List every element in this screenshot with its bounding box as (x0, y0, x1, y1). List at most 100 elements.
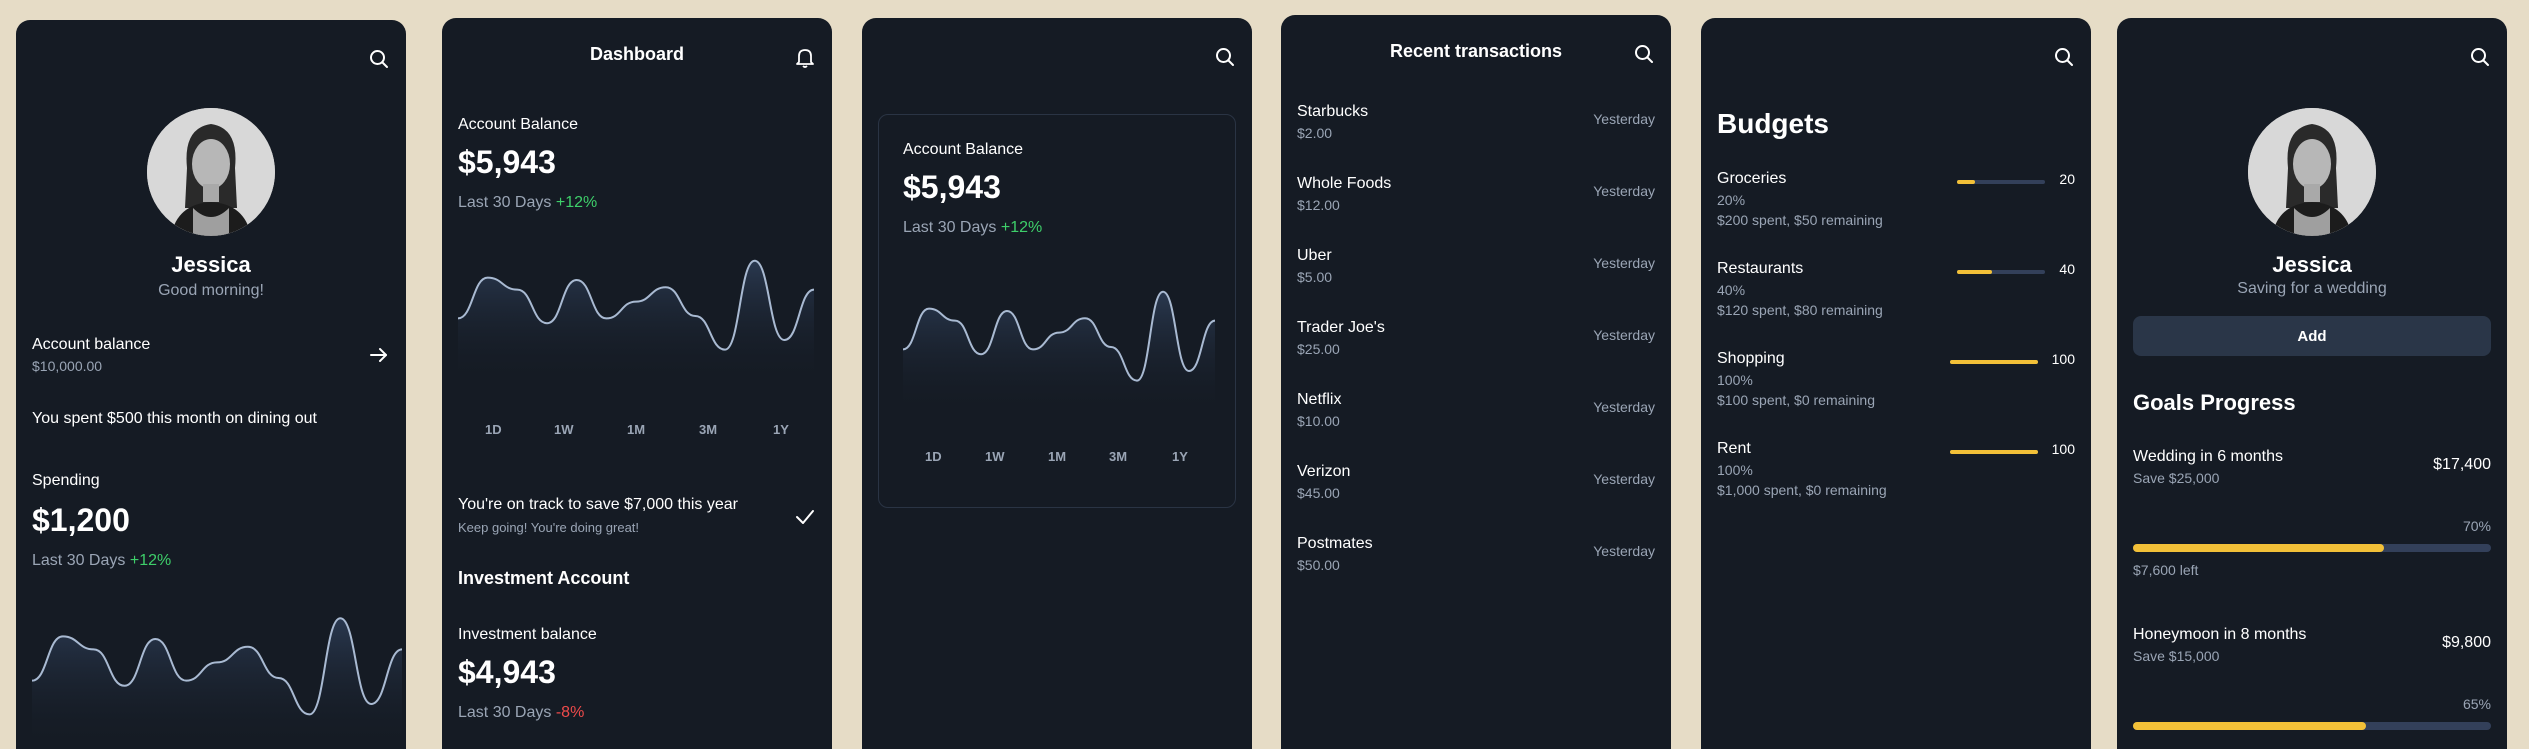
budget-progress-fill (1957, 270, 1993, 274)
budget-percent: 100% (1717, 462, 1753, 478)
range-1d[interactable]: 1D (485, 422, 502, 437)
budget-progress (1950, 450, 2038, 454)
greeting: Good morning! (158, 282, 264, 299)
goals-heading: Goals Progress (2133, 390, 2296, 415)
goal-remaining: $7,600 left (2133, 562, 2199, 578)
add-button[interactable]: Add (2133, 316, 2491, 356)
spending-change: +12% (129, 552, 172, 569)
transaction-row[interactable]: Netflix $10.00 Yesterday (1297, 391, 1655, 451)
card-balance-chart (903, 290, 1215, 415)
spending-sparkline (32, 617, 402, 749)
budget-summary: $200 spent, $50 remaining (1717, 212, 1883, 228)
transaction-row[interactable]: Postmates $50.00 Yesterday (1297, 535, 1655, 595)
range-1m[interactable]: 1M (627, 422, 645, 437)
budget-progress-fill (1957, 180, 1975, 184)
avatar (147, 108, 275, 236)
search-icon[interactable] (366, 46, 392, 72)
budget-name: Groceries (1717, 170, 1787, 187)
transaction-amount: $50.00 (1297, 557, 1340, 573)
range-1d[interactable]: 1D (925, 449, 942, 464)
range-1w[interactable]: 1W (554, 422, 574, 437)
transaction-name: Postmates (1297, 535, 1373, 552)
budget-progress (1950, 360, 2038, 364)
transaction-amount: $2.00 (1297, 125, 1333, 141)
budget-percent: 20% (1717, 192, 1746, 208)
transaction-row[interactable]: Starbucks $2.00 Yesterday (1297, 103, 1655, 163)
spending-insight: You spent $500 this month on dining out (32, 410, 317, 427)
balance-card: Account Balance $5,943 Last 30 Days +12%… (878, 114, 1236, 508)
budget-progress (1957, 180, 2045, 184)
budget-row[interactable]: Groceries 20% $200 spent, $50 remaining 20 (1717, 170, 2075, 250)
page-title: Budgets (1717, 108, 1829, 139)
search-icon[interactable] (1631, 41, 1657, 67)
transaction-date: Yesterday (1593, 543, 1655, 559)
investment-change: -8% (555, 704, 585, 721)
range-1w[interactable]: 1W (985, 449, 1005, 464)
budget-percent: 40% (1717, 282, 1746, 298)
page-title: Recent transactions (1389, 41, 1563, 61)
transaction-date: Yesterday (1593, 399, 1655, 415)
budget-percent: 100% (1717, 372, 1753, 388)
page-title: Dashboard (589, 44, 685, 64)
goal-amount: $17,400 (2433, 456, 2491, 473)
investment-heading: Investment Account (458, 568, 630, 588)
budget-row[interactable]: Rent 100% $1,000 spent, $0 remaining 100 (1717, 440, 2075, 520)
goal-progress-fill (2133, 722, 2366, 730)
transaction-amount: $10.00 (1297, 413, 1340, 429)
transaction-amount: $12.00 (1297, 197, 1340, 213)
budget-value: 100 (2051, 441, 2075, 457)
search-icon[interactable] (2051, 44, 2077, 70)
balance-value: $5,943 (458, 144, 556, 180)
goal-progress-fill (2133, 544, 2384, 552)
balance-period: Last 30 Days +12% (458, 194, 598, 211)
goal-target: Save $15,000 (2133, 648, 2220, 664)
profile-name: Jessica (2272, 252, 2352, 277)
transaction-row[interactable]: Trader Joe's $25.00 Yesterday (1297, 319, 1655, 379)
range-1y[interactable]: 1Y (773, 422, 789, 437)
budget-row[interactable]: Shopping 100% $100 spent, $0 remaining 100 (1717, 350, 2075, 430)
search-icon[interactable] (2467, 44, 2493, 70)
account-balance-value: $10,000.00 (32, 358, 103, 374)
transaction-name: Netflix (1297, 391, 1342, 408)
search-icon[interactable] (1212, 44, 1238, 70)
budget-progress-fill (1950, 360, 2038, 364)
range-1y[interactable]: 1Y (1172, 449, 1188, 464)
savings-track-title: You're on track to save $7,000 this year (458, 496, 738, 513)
balance-chart (458, 259, 814, 384)
transaction-amount: $45.00 (1297, 485, 1340, 501)
budget-name: Restaurants (1717, 260, 1804, 277)
arrow-right-icon[interactable] (366, 342, 392, 368)
goal-percent: 70% (2462, 518, 2491, 534)
profile-screen: Jessica Good morning! Account balance $1… (16, 20, 406, 749)
account-balance-label: Account balance (32, 336, 151, 353)
transaction-date: Yesterday (1593, 471, 1655, 487)
range-1m[interactable]: 1M (1048, 449, 1066, 464)
check-icon (792, 504, 818, 530)
range-3m[interactable]: 3M (1109, 449, 1127, 464)
range-3m[interactable]: 3M (699, 422, 717, 437)
card-balance-value: $5,943 (903, 169, 1001, 205)
transaction-name: Verizon (1297, 463, 1351, 480)
budget-value: 100 (2051, 351, 2075, 367)
avatar (2248, 108, 2376, 236)
goal-subtitle: Saving for a wedding (2237, 280, 2387, 297)
transaction-amount: $25.00 (1297, 341, 1340, 357)
transaction-row[interactable]: Uber $5.00 Yesterday (1297, 247, 1655, 307)
chart-area (32, 618, 402, 749)
goal-percent: 65% (2462, 696, 2491, 712)
goal-amount: $9,800 (2442, 634, 2491, 651)
transactions-screen: Recent transactions Starbucks $2.00 Yester… (1281, 15, 1671, 749)
budget-summary: $1,000 spent, $0 remaining (1717, 482, 1887, 498)
card-balance-period: Last 30 Days +12% (903, 219, 1043, 236)
budget-row[interactable]: Restaurants 40% $120 spent, $80 remaining 4… (1717, 260, 2075, 340)
bell-icon[interactable] (792, 44, 818, 70)
transaction-name: Whole Foods (1297, 175, 1392, 192)
transaction-row[interactable]: Whole Foods $12.00 Yesterday (1297, 175, 1655, 235)
goals-screen: Jessica Saving for a wedding Add Goals P… (2117, 18, 2507, 749)
transaction-row[interactable]: Verizon $45.00 Yesterday (1297, 463, 1655, 523)
investment-label: Investment balance (458, 626, 597, 643)
transaction-date: Yesterday (1593, 255, 1655, 271)
card-balance-label: Account Balance (903, 141, 1024, 158)
transaction-date: Yesterday (1593, 327, 1655, 343)
budget-name: Shopping (1717, 350, 1785, 367)
